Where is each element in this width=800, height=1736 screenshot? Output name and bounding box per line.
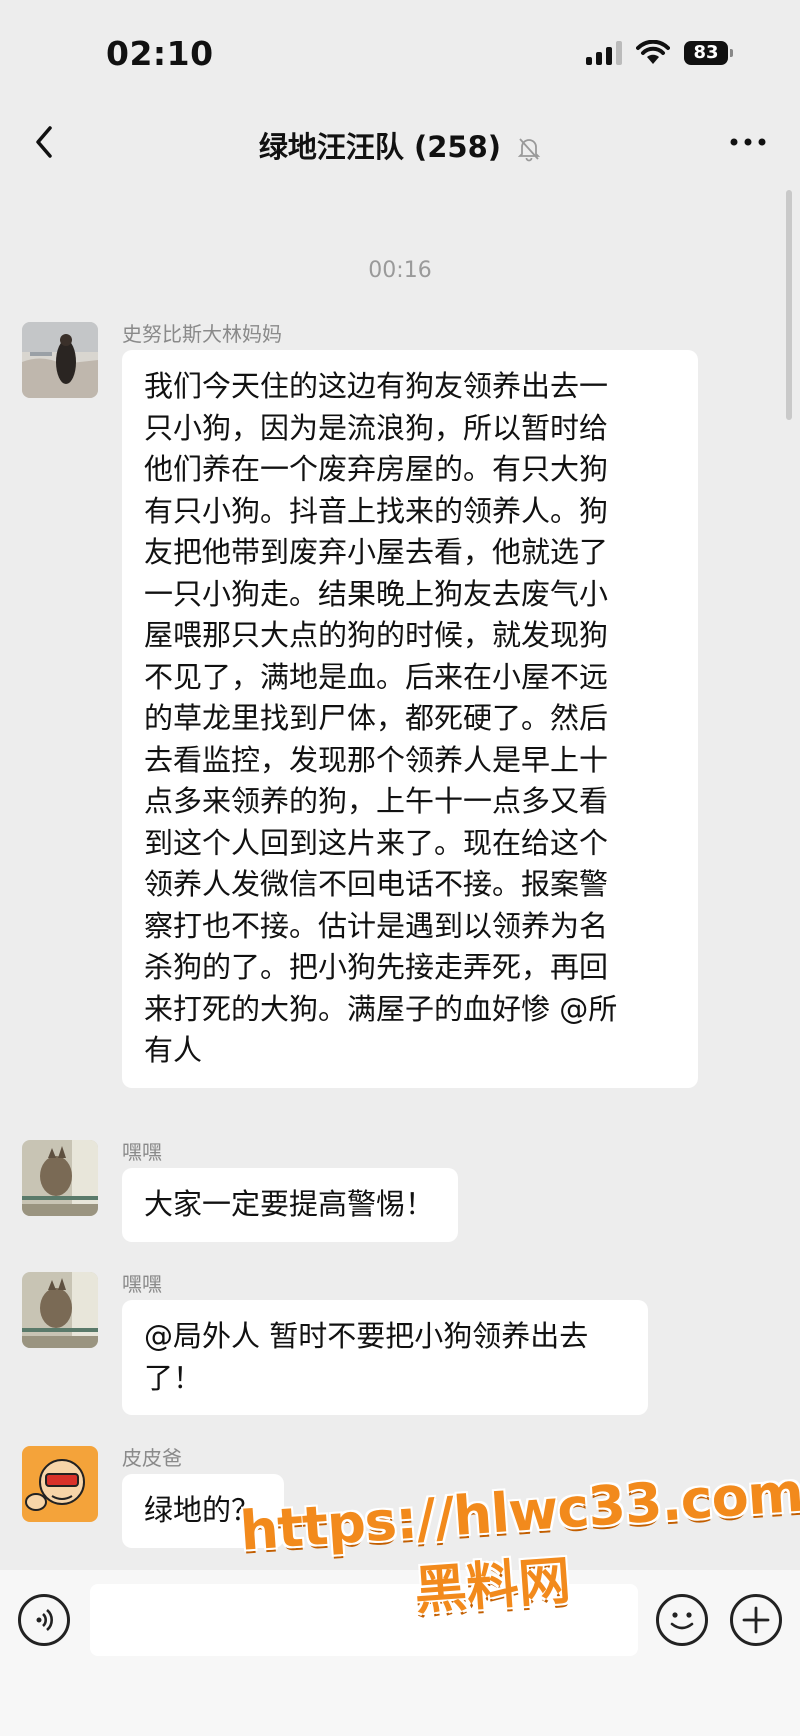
message-line: 友把他带到废弃小屋去看，他就选了 — [144, 535, 609, 569]
avatar-image — [22, 1272, 98, 1348]
message-bubble[interactable]: 我们今天住的这边有狗友领养出去一 只小狗，因为是流浪狗，所以暂时给 他们养在一个… — [122, 350, 698, 1088]
message-line: 到这个人回到这片来了。现在给这个 — [144, 825, 609, 860]
message-line: 一只小狗走。结果晚上狗友去废气小 — [144, 576, 609, 611]
sender-name: 史努比斯大林妈妈 — [122, 322, 282, 346]
avatar-image — [22, 1446, 98, 1522]
sender-name: 皮皮爸 — [122, 1446, 182, 1470]
avatar[interactable] — [22, 1446, 98, 1522]
message-timestamp: 00:16 — [368, 258, 432, 283]
message-line: 察打也不接。估计是遇到以领养为名 — [144, 908, 609, 943]
message-line: 的草龙里找到尸体，都死硬了。然后 — [144, 701, 609, 735]
message-line: 来打死的大狗。满屋子的血好惨 @所 — [144, 991, 618, 1026]
message-line: 了！ — [144, 1360, 203, 1395]
avatar-image — [22, 322, 98, 398]
message-line: 我们今天住的这边有狗友领养出去一 — [144, 369, 609, 403]
sender-name: 嘿嘿 — [122, 1140, 162, 1164]
message-line: 有人 — [144, 1033, 203, 1067]
message-line: @局外人 暂时不要把小狗领养出去 — [144, 1319, 589, 1353]
message-line: 杀狗的了。把小狗先接走弄死，再回 — [144, 950, 609, 984]
status-bar: 02:10 83 — [0, 0, 800, 108]
message-bubble[interactable]: @局外人 暂时不要把小狗领养出去 了！ — [122, 1300, 648, 1415]
sender-name: 嘿嘿 — [122, 1272, 162, 1296]
avatar[interactable] — [22, 1140, 98, 1216]
message-line: 大家一定要提高警惕！ — [144, 1187, 435, 1221]
message-line: 领养人发微信不回电话不接。报案警 — [144, 867, 609, 901]
message-line: 点多来领养的狗，上午十一点多又看 — [144, 784, 609, 818]
avatar-image — [22, 1140, 98, 1216]
avatar[interactable] — [22, 322, 98, 398]
wifi-icon — [636, 40, 670, 64]
battery-indicator: 83 — [684, 41, 733, 65]
more-icon — [730, 138, 766, 146]
message-line: 他们养在一个废弃房屋的。有只大狗 — [144, 452, 609, 486]
scrollbar[interactable] — [786, 190, 792, 420]
message-line: 屋喂那只大点的狗的时候，就发现狗 — [144, 618, 609, 652]
message-bubble[interactable]: 大家一定要提高警惕！ — [122, 1168, 459, 1242]
message-line: 去看监控，发现那个领养人是早上十 — [144, 742, 609, 777]
message-line: 只小狗，因为是流浪狗，所以暂时给 — [144, 410, 609, 445]
more-options-button[interactable] — [728, 130, 768, 154]
voice-button[interactable] — [18, 1594, 70, 1646]
message-line: 不见了，满地是血。后来在小屋不远 — [144, 659, 609, 694]
status-time: 02:10 — [106, 34, 214, 73]
bell-muted-icon — [517, 138, 541, 162]
chat-title-text: 绿地汪汪队 (258) — [258, 130, 502, 164]
cellular-signal-icon — [586, 41, 622, 65]
status-icons: 83 — [586, 40, 733, 66]
watermark: https://hlwc33.com 黑料网 — [238, 1461, 800, 1679]
chat-header: 绿地汪汪队 (258) — [0, 108, 800, 178]
message-line: 有只小狗。抖音上找来的领养人。狗 — [144, 493, 609, 528]
avatar[interactable] — [22, 1272, 98, 1348]
chat-title: 绿地汪汪队 (258) — [0, 124, 800, 166]
voice-icon — [36, 1609, 53, 1631]
